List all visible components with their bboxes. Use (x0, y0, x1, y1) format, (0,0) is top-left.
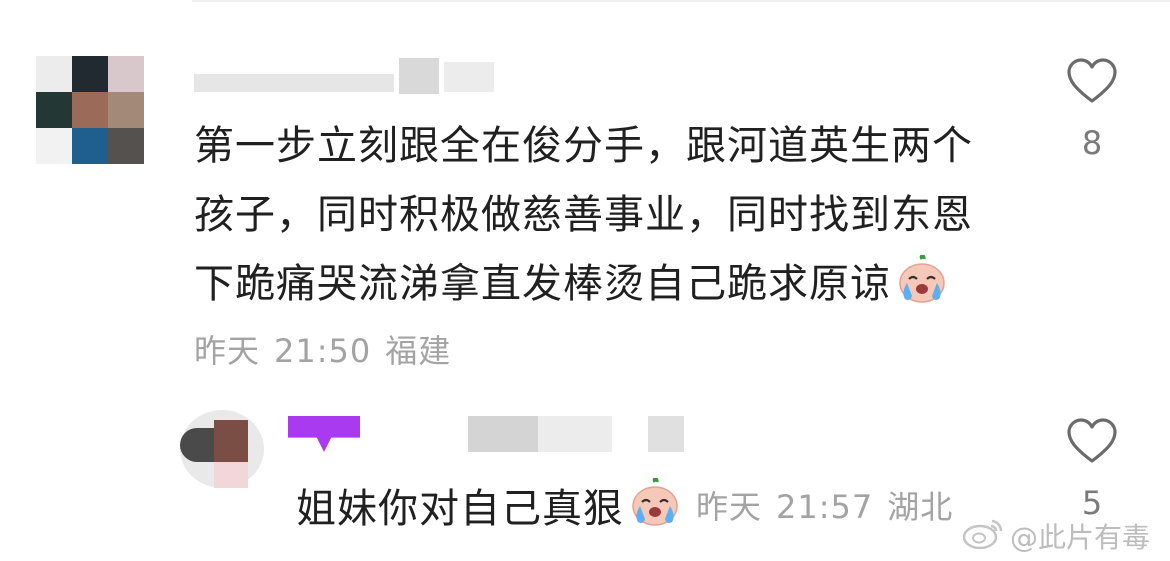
like-count: 8 (1081, 124, 1103, 162)
comment-time: 21:50 (274, 332, 372, 370)
reply-row: 姐妹你对自己真狠 昨天 21:57 湖北 (296, 476, 967, 534)
comment-line: 下跪痛哭流涕拿直发棒烫自己跪求原谅 (194, 250, 973, 327)
crying-face-icon (895, 254, 949, 327)
comment-line: 孩子，同时积极做慈善事业，同时找到东恩 (194, 192, 973, 238)
comment-text: 姐妹你对自己真狠 (296, 486, 624, 532)
crying-face-icon (628, 477, 682, 532)
comment-line: 第一步立刻跟全在俊分手，跟河道英生两个 (194, 123, 973, 169)
divider (192, 0, 1170, 2)
username-redacted[interactable] (194, 58, 504, 94)
avatar[interactable] (180, 410, 264, 488)
weibo-icon (962, 517, 1004, 556)
comment-meta: 昨天 21:57 湖北 (696, 482, 967, 528)
comment-date: 昨天 (696, 488, 763, 526)
comment-meta: 昨天 21:50 福建 (194, 326, 465, 372)
comment-location: 福建 (385, 332, 452, 370)
comment-date: 昨天 (194, 332, 261, 370)
like-group: 5 (1062, 418, 1122, 522)
comment-text: 第一步立刻跟全在俊分手，跟河道英生两个 孩子，同时积极做慈善事业，同时找到东恩 … (194, 112, 973, 327)
username-redacted[interactable] (288, 416, 688, 456)
watermark-text: @此片有毒 (1010, 521, 1151, 554)
comment-time: 21:57 (776, 488, 874, 526)
watermark: @此片有毒 (962, 516, 1150, 556)
heart-icon[interactable] (1062, 418, 1122, 464)
comment-location: 湖北 (887, 488, 954, 526)
heart-icon[interactable] (1062, 58, 1122, 104)
like-group: 8 (1062, 58, 1122, 162)
avatar[interactable] (36, 56, 144, 164)
